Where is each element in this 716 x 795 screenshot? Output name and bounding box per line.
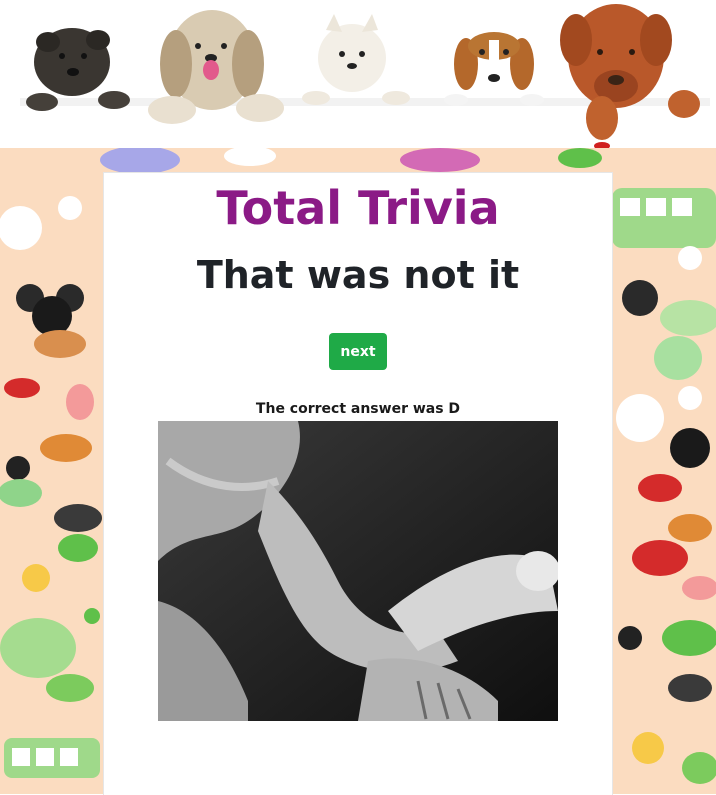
- next-button[interactable]: next: [329, 333, 387, 370]
- trivia-card: Total Trivia That was not it next The co…: [103, 172, 613, 795]
- correct-answer-text: The correct answer was D: [255, 401, 461, 417]
- site-title: Total Trivia: [216, 181, 500, 235]
- result-title: That was not it: [196, 253, 520, 297]
- dog-banner: [0, 0, 716, 148]
- reaction-gif: [158, 421, 558, 721]
- dog-banner-image: [0, 0, 716, 148]
- reaction-gif-image: [158, 421, 558, 721]
